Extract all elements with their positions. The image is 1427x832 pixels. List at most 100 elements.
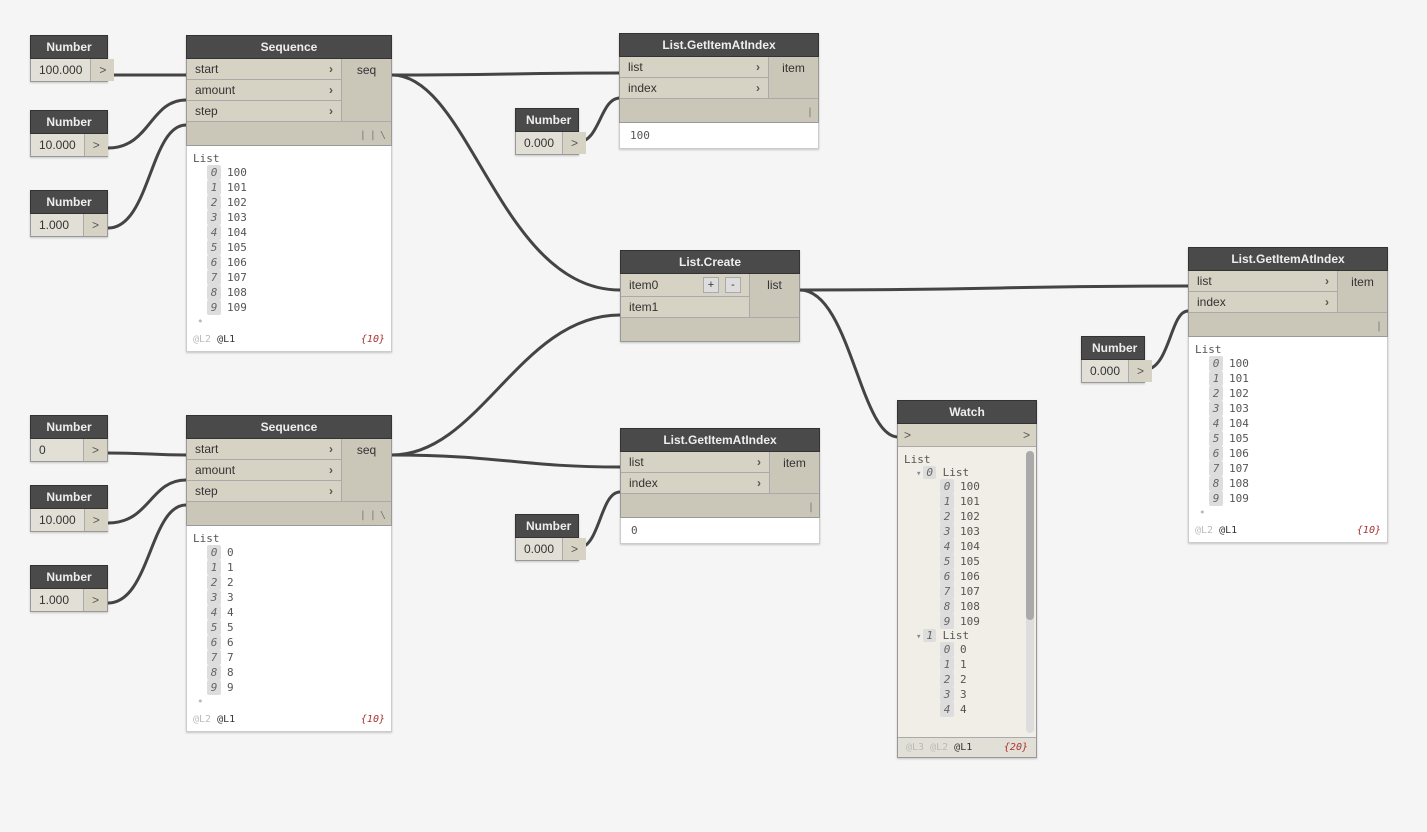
chevron-right-icon: › (329, 442, 333, 456)
number-value[interactable]: 0 (31, 439, 83, 461)
list-item: 8108 (1209, 476, 1381, 491)
list-item: 33 (940, 687, 1032, 702)
port-step[interactable]: step› (187, 101, 341, 121)
number-node-6[interactable]: Number 1.000 > (30, 565, 108, 612)
preview-panel: List 01001101210231034104510561067107810… (186, 146, 392, 352)
get-item-node-2[interactable]: List.GetItemAtIndex list› index› item | … (620, 428, 820, 544)
node-title: List.Create (620, 250, 800, 274)
lacing-icon: | | \ (360, 130, 385, 141)
expand-icon[interactable]: ▾ (916, 632, 921, 642)
node-title: List.GetItemAtIndex (1188, 247, 1388, 271)
add-input-button[interactable]: + (703, 277, 719, 293)
list-item: 55 (207, 620, 385, 635)
port-list[interactable]: list› (620, 57, 768, 78)
number-value[interactable]: 100.000 (31, 59, 90, 81)
number-output-chevron[interactable]: > (84, 134, 108, 156)
number-value[interactable]: 1.000 (31, 589, 83, 611)
port-index[interactable]: index› (1189, 292, 1337, 312)
number-output-chevron[interactable]: > (1128, 360, 1152, 382)
number-node-2[interactable]: Number 10.000 > (30, 110, 108, 157)
sequence-node-1[interactable]: Sequence start› amount› step› seq | | \ … (186, 35, 392, 352)
watch-input-port[interactable]: > (904, 428, 911, 442)
list-item: 33 (207, 590, 385, 605)
sequence-node-2[interactable]: Sequence start› amount› step› seq | | \ … (186, 415, 392, 732)
watch-output-port[interactable]: > (1023, 428, 1030, 442)
port-amount[interactable]: amount› (187, 460, 341, 481)
output-port[interactable]: item (769, 452, 819, 493)
list-item: 3103 (940, 524, 1032, 539)
output-port[interactable]: seq (341, 439, 391, 501)
remove-input-button[interactable]: - (725, 277, 741, 293)
number-node-3[interactable]: Number 1.000 > (30, 190, 108, 237)
number-value[interactable]: 0.000 (516, 132, 562, 154)
list-item: 3103 (1209, 401, 1381, 416)
number-node-8[interactable]: Number 0.000 > (515, 514, 579, 561)
output-port[interactable]: item (1337, 271, 1387, 312)
node-title: Number (30, 35, 108, 59)
output-port[interactable]: item (768, 57, 818, 98)
watch-node[interactable]: Watch > > List ▾0 List 01001101210231034… (897, 400, 1037, 758)
list-item: 5105 (207, 240, 385, 255)
list-levels: @L2 @L1 (193, 334, 235, 345)
lacing-icon: | (808, 502, 813, 513)
scrollbar[interactable] (1026, 451, 1034, 733)
number-output-chevron[interactable]: > (83, 214, 107, 236)
number-output-chevron[interactable]: > (84, 509, 108, 531)
lacing-icon: | (807, 107, 812, 118)
number-node-9[interactable]: Number 0.000 > (1081, 336, 1145, 383)
port-step[interactable]: step› (187, 481, 341, 501)
list-item: 2102 (207, 195, 385, 210)
chevron-right-icon: › (757, 455, 761, 469)
chevron-right-icon: › (329, 463, 333, 477)
list-item: 1101 (940, 494, 1032, 509)
list-create-node[interactable]: List.Create item0 + - item1 list (620, 250, 800, 342)
port-start[interactable]: start› (187, 439, 341, 460)
number-value[interactable]: 0.000 (516, 538, 562, 560)
list-item: 6106 (207, 255, 385, 270)
list-item: 7107 (940, 584, 1032, 599)
list-item: 0100 (1209, 356, 1381, 371)
chevron-right-icon: › (1325, 295, 1329, 309)
node-title: Watch (897, 400, 1037, 424)
number-node-4[interactable]: Number 0 > (30, 415, 108, 462)
list-item: 00 (207, 545, 385, 560)
port-list[interactable]: list› (1189, 271, 1337, 292)
chevron-right-icon: › (757, 476, 761, 490)
number-output-chevron[interactable]: > (562, 538, 586, 560)
output-port[interactable]: list (749, 274, 799, 317)
number-value[interactable]: 10.000 (31, 509, 84, 531)
number-value[interactable]: 10.000 (31, 134, 84, 156)
node-title: Number (30, 565, 108, 589)
chevron-right-icon: › (756, 81, 760, 95)
number-value[interactable]: 1.000 (31, 214, 83, 236)
chevron-right-icon: › (1325, 274, 1329, 288)
number-output-chevron[interactable]: > (90, 59, 114, 81)
number-output-chevron[interactable]: > (83, 589, 107, 611)
port-item0[interactable]: item0 + - (621, 274, 749, 297)
preview-panel: List 00112233445566778899 • @L2 @L1 {10} (186, 526, 392, 732)
list-item: 22 (940, 672, 1032, 687)
number-node-5[interactable]: Number 10.000 > (30, 485, 108, 532)
list-item: 4104 (940, 539, 1032, 554)
list-item: 22 (207, 575, 385, 590)
number-output-chevron[interactable]: > (83, 439, 107, 461)
node-title: Sequence (186, 415, 392, 439)
list-item: 6106 (1209, 446, 1381, 461)
port-list[interactable]: list› (621, 452, 769, 473)
port-amount[interactable]: amount› (187, 80, 341, 101)
list-item: 77 (207, 650, 385, 665)
number-node-1[interactable]: Number 100.000 > (30, 35, 108, 82)
expand-icon[interactable]: ▾ (916, 469, 921, 479)
number-output-chevron[interactable]: > (562, 132, 586, 154)
port-item1[interactable]: item1 (621, 297, 749, 317)
port-start[interactable]: start› (187, 59, 341, 80)
output-port[interactable]: seq (341, 59, 391, 121)
watch-content: List ▾0 List 010011012102310341045105610… (898, 447, 1036, 737)
get-item-node-1[interactable]: List.GetItemAtIndex list› index› item | … (619, 33, 819, 149)
list-item: 0100 (940, 479, 1032, 494)
get-item-node-3[interactable]: List.GetItemAtIndex list› index› item | … (1188, 247, 1388, 543)
port-index[interactable]: index› (621, 473, 769, 493)
number-node-7[interactable]: Number 0.000 > (515, 108, 579, 155)
number-value[interactable]: 0.000 (1082, 360, 1128, 382)
port-index[interactable]: index› (620, 78, 768, 98)
